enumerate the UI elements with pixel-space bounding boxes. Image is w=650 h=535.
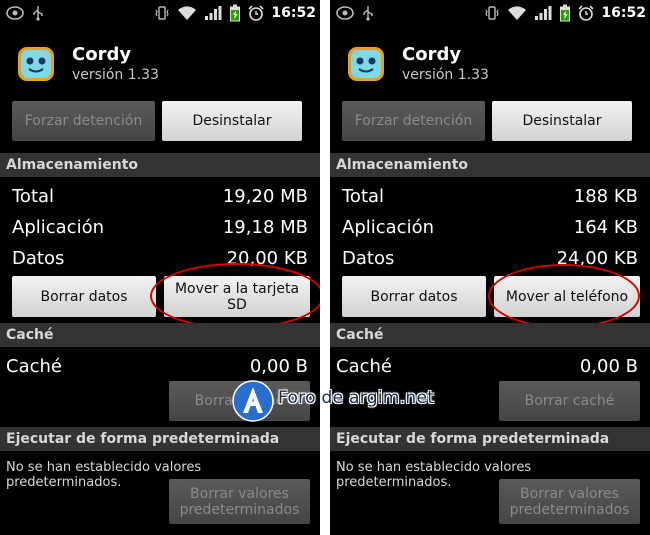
clear-defaults-line1: Borrar valores: [520, 485, 619, 502]
storage-data-value: 20,00 KB: [226, 248, 308, 269]
watermark: Foro de argim.net: [232, 380, 442, 422]
status-bar: 16:52: [330, 0, 650, 26]
storage-app-label: Aplicación: [12, 217, 104, 238]
clear-cache-button[interactable]: Borrar caché: [499, 381, 640, 421]
clear-defaults-button[interactable]: Borrar valores predeterminados: [499, 479, 640, 524]
app-robot-icon: [18, 47, 54, 81]
storage-data-label: Datos: [12, 248, 65, 269]
alarm-icon: [248, 5, 264, 21]
cache-value: 0,00 B: [249, 356, 308, 377]
clock-time: 16:52: [601, 5, 646, 21]
debug-icon: [336, 6, 354, 20]
uninstall-button[interactable]: Desinstalar: [162, 101, 302, 141]
usb-icon: [363, 6, 373, 21]
move-to-sd-button[interactable]: Mover a la tarjeta SD: [164, 276, 310, 317]
storage-data-label: Datos: [342, 248, 395, 269]
alarm-icon: [578, 5, 594, 21]
screen-before: 16:52 Cordy versión 1.33 Forzar detenció…: [0, 0, 320, 535]
app-name: Cordy: [72, 44, 132, 65]
clear-data-button[interactable]: Borrar datos: [342, 276, 486, 317]
storage-app-value: 164 KB: [573, 217, 638, 238]
app-version: versión 1.33: [402, 67, 489, 83]
app-name: Cordy: [402, 44, 462, 65]
storage-app-label: Aplicación: [342, 217, 434, 238]
force-stop-button[interactable]: Forzar detención: [12, 101, 155, 141]
storage-total-label: Total: [342, 186, 385, 207]
cache-value: 0,00 B: [579, 356, 638, 377]
storage-app-value: 19,18 MB: [222, 217, 308, 238]
app-header: Cordy versión 1.33: [0, 36, 320, 92]
wifi-icon: [508, 6, 527, 20]
move-to-phone-button[interactable]: Mover al teléfono: [494, 276, 640, 317]
app-header: Cordy versión 1.33: [330, 36, 650, 92]
vibrate-icon: [485, 6, 500, 20]
cache-label: Caché: [6, 356, 62, 377]
status-bar: 16:52: [0, 0, 320, 26]
clear-defaults-line2: predeterminados: [509, 501, 630, 518]
clock-time: 16:52: [271, 5, 316, 21]
storage-section-header: Almacenamiento: [0, 153, 320, 177]
signal-icon: [535, 6, 552, 20]
cache-section-header: Caché: [0, 323, 320, 347]
signal-icon: [205, 6, 222, 20]
clear-defaults-line1: Borrar valores: [190, 485, 289, 502]
force-stop-button[interactable]: Forzar detención: [342, 101, 485, 141]
vibrate-icon: [155, 6, 170, 20]
cache-label: Caché: [336, 356, 392, 377]
watermark-logo-icon: [232, 380, 274, 422]
storage-total-value: 19,20 MB: [222, 186, 308, 207]
clear-defaults-button[interactable]: Borrar valores predeterminados: [169, 479, 310, 524]
storage-data-value: 24,00 KB: [556, 248, 638, 269]
clear-data-button[interactable]: Borrar datos: [12, 276, 156, 317]
storage-total-label: Total: [12, 186, 55, 207]
debug-icon: [6, 6, 24, 20]
cache-section-header: Caché: [330, 323, 650, 347]
watermark-text: Foro de argim.net: [278, 388, 435, 408]
storage-section-header: Almacenamiento: [330, 153, 650, 177]
screen-after: 16:52 Cordy versión 1.33 Forzar detenció…: [330, 0, 650, 535]
app-robot-icon: [348, 47, 384, 81]
app-version: versión 1.33: [72, 67, 159, 83]
uninstall-button[interactable]: Desinstalar: [492, 101, 632, 141]
defaults-section-header: Ejecutar de forma predeterminada: [0, 427, 320, 451]
usb-icon: [33, 6, 43, 21]
storage-total-value: 188 KB: [573, 186, 638, 207]
defaults-section-header: Ejecutar de forma predeterminada: [330, 427, 650, 451]
clear-defaults-line2: predeterminados: [179, 501, 300, 518]
battery-charging-icon: [230, 4, 241, 22]
wifi-icon: [178, 6, 197, 20]
battery-charging-icon: [560, 4, 571, 22]
